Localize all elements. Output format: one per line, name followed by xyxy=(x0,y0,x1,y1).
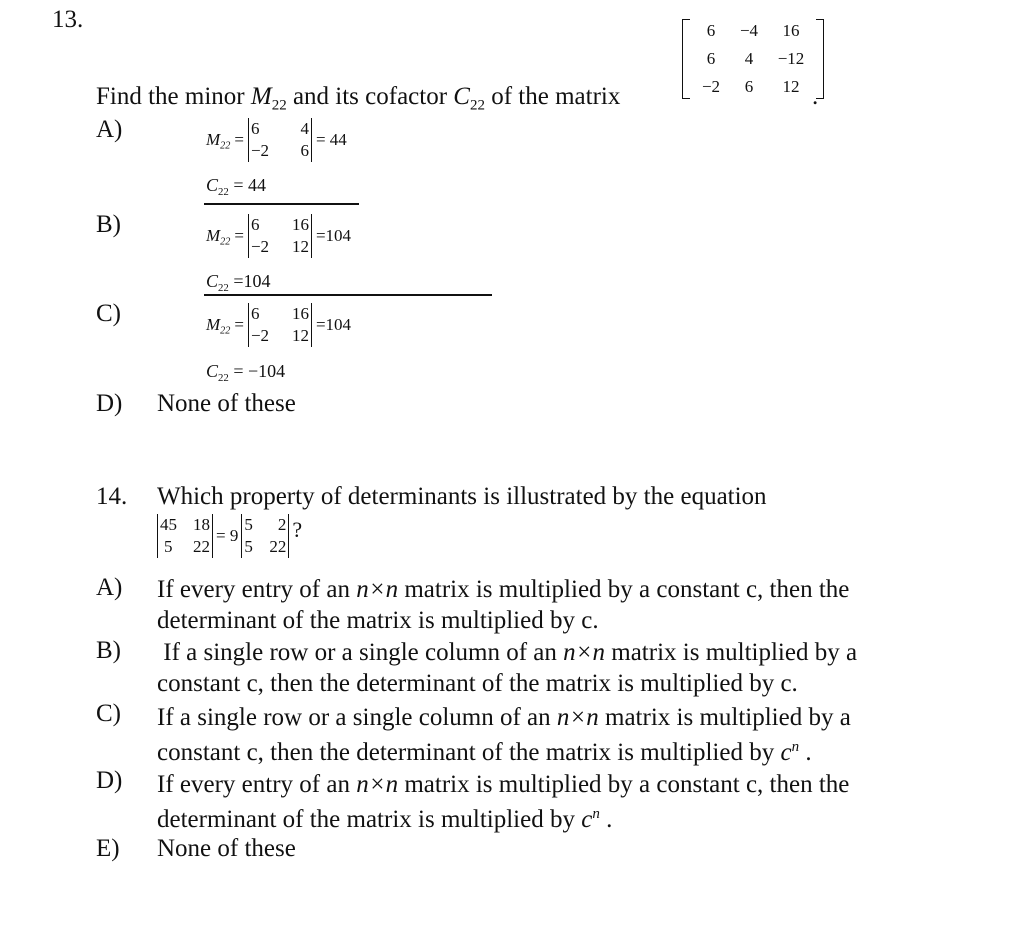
equals-sign: = xyxy=(234,130,244,149)
question-prompt: Which property of determinants is illust… xyxy=(157,483,767,510)
det-cell: 18 xyxy=(193,515,210,534)
matrix-cell: 16 xyxy=(782,21,800,40)
option-c-text: If a single row or a single column of an… xyxy=(157,704,851,766)
det-cell: −2 xyxy=(250,237,270,256)
det-cell: 6 xyxy=(250,215,260,234)
matrix-cell: 6 xyxy=(706,21,716,40)
det-cell: 12 xyxy=(291,326,309,345)
det-cell: 45 xyxy=(160,515,177,534)
matrix-cell: −4 xyxy=(739,21,759,40)
det-cell: 2 xyxy=(277,515,287,534)
equals-sign: = xyxy=(234,226,244,245)
det-cell: 6 xyxy=(250,304,260,323)
option-label: E) xyxy=(96,835,120,862)
option-d-text: None of these xyxy=(157,390,296,417)
minor-symbol: M xyxy=(250,83,272,110)
option-b-text: If a single row or a single column of an… xyxy=(157,639,858,697)
det-cell: 22 xyxy=(269,537,287,556)
det-cell: 6 xyxy=(250,119,260,138)
minor-subscript: 22 xyxy=(271,97,287,114)
matrix-cell: 4 xyxy=(744,49,754,68)
det-cell: −2 xyxy=(250,326,270,345)
minor-symbol: M22 xyxy=(206,130,231,152)
det-cell: 6 xyxy=(300,141,309,160)
determinant-2x2: 6 4 −2 6 xyxy=(247,118,312,162)
question-number: 14. xyxy=(96,483,128,510)
option-label: D) xyxy=(96,767,123,794)
det-cell: 5 xyxy=(164,537,173,556)
matrix-cell: 6 xyxy=(706,49,716,68)
option-label: C) xyxy=(96,700,121,727)
cofactor-subscript: 22 xyxy=(469,97,485,114)
minor-symbol: M22 xyxy=(206,226,231,248)
prompt-text: of the matrix xyxy=(484,83,621,110)
question-mark: ? xyxy=(292,517,303,542)
matrix-3x3: 6 −4 16 6 4 −12 −2 6 12 xyxy=(682,17,824,101)
minor-symbol: M22 xyxy=(206,315,231,337)
option-label: A) xyxy=(96,574,123,601)
option-c-minor: M22 = 6 16 −2 12 =104 xyxy=(206,303,351,347)
matrix-cell: 12 xyxy=(782,77,800,96)
det-cell: −2 xyxy=(250,141,270,160)
question-number: 13. xyxy=(52,6,84,33)
option-d-text: If every entry of an n×n matrix is multi… xyxy=(157,771,850,833)
prompt-text: and its cofactor xyxy=(286,83,454,110)
option-label: A) xyxy=(96,116,123,143)
det-cell: 12 xyxy=(291,237,309,256)
trailing-period: . xyxy=(812,83,819,110)
matrix-cell: −12 xyxy=(777,49,805,68)
option-label: B) xyxy=(96,637,121,664)
cofactor-symbol: C xyxy=(453,83,470,110)
minor-value: =104 xyxy=(315,315,352,334)
det-cell: 5 xyxy=(244,515,253,534)
det-cell: 16 xyxy=(291,215,309,234)
option-b-cofactor: C22 =104 xyxy=(206,271,271,294)
option-label: C) xyxy=(96,300,121,327)
determinant-equation: 45 18 5 22 = 9 5 2 5 22 ? xyxy=(157,514,302,558)
minor-value: = 44 xyxy=(315,130,347,149)
option-c-cofactor: C22 = −104 xyxy=(206,361,286,384)
determinant-2x2: 6 16 −2 12 xyxy=(247,214,312,258)
option-a-minor: M22 = 6 4 −2 6 = 44 xyxy=(206,118,347,162)
rhs-determinant: 5 2 5 22 xyxy=(241,514,290,558)
lhs-determinant: 45 18 5 22 xyxy=(157,514,213,558)
matrix-cell: −2 xyxy=(701,77,721,96)
option-label: D) xyxy=(96,390,123,417)
det-cell: 22 xyxy=(193,537,210,556)
equals-nine: = 9 xyxy=(216,526,239,545)
option-a-text: If every entry of an n×n matrix is multi… xyxy=(157,576,850,634)
prompt-text: Find the minor xyxy=(96,83,251,110)
determinant-2x2: 6 16 −2 12 xyxy=(247,303,312,347)
option-label: B) xyxy=(96,211,121,238)
option-a-cofactor: C22 = 44 xyxy=(206,175,266,198)
det-cell: 4 xyxy=(300,119,309,138)
question-prompt: Find the minor M22 and its cofactor C22 … xyxy=(96,83,621,114)
minor-value: =104 xyxy=(315,226,352,245)
option-e-text: None of these xyxy=(157,835,296,862)
option-b-minor: M22 = 6 16 −2 12 =104 xyxy=(206,214,351,258)
matrix-cell: 6 xyxy=(744,77,754,96)
divider xyxy=(204,203,359,205)
det-cell: 5 xyxy=(244,537,253,556)
divider xyxy=(204,294,492,296)
det-cell: 16 xyxy=(291,304,309,323)
equals-sign: = xyxy=(234,315,244,334)
